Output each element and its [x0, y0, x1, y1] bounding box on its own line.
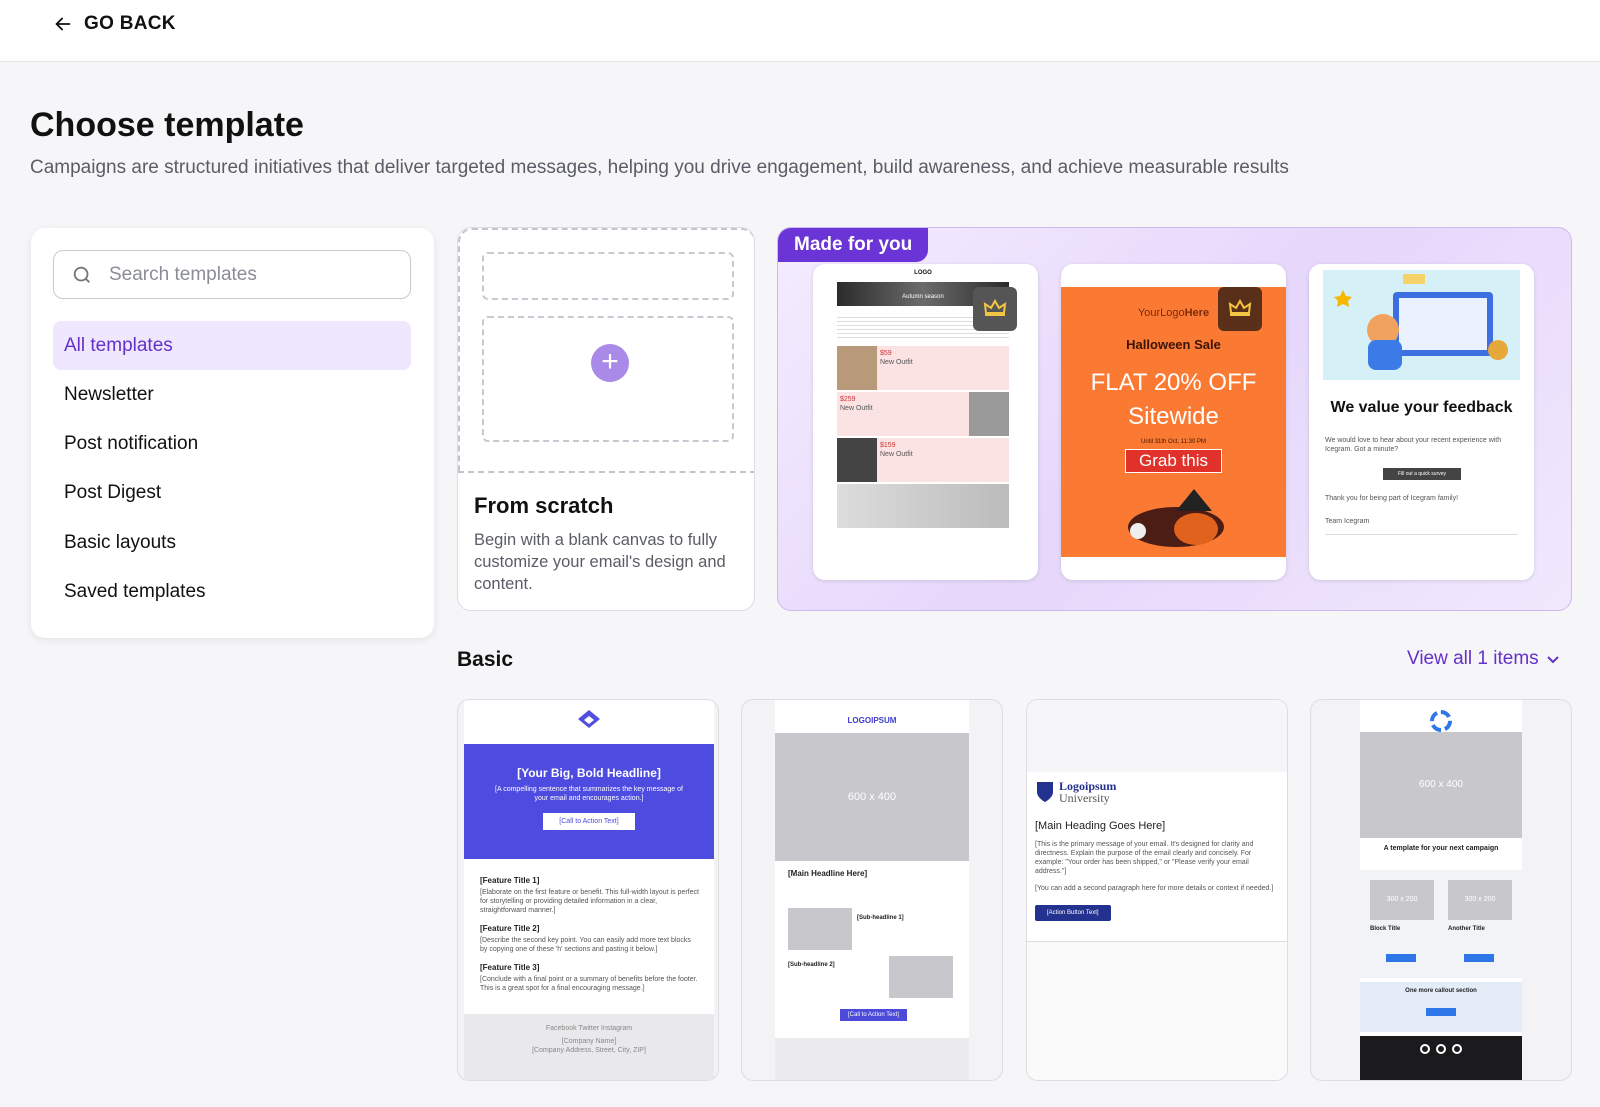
template-card-halloween[interactable]: YourLogoHere Halloween Sale FLAT 20% OFF… [1061, 264, 1286, 580]
pumpkin-illustration [1128, 489, 1224, 547]
search-input[interactable] [109, 259, 399, 291]
page-subtitle: Campaigns are structured initiatives tha… [30, 157, 1289, 178]
feature-list: [Feature Title 1] [Elaborate on the firs… [480, 876, 699, 992]
header-band [1027, 700, 1287, 772]
preview-subheadline-1: [Sub-headline 1] [857, 915, 904, 921]
preview-heading: [Main Heading Goes Here] [1035, 820, 1166, 832]
page-title: Choose template [30, 106, 304, 144]
from-scratch-card[interactable]: + From scratch Begin with a blank canvas… [457, 227, 755, 611]
preview-logo: Logoipsum University [1059, 779, 1117, 805]
preview-body: We would love to hear about your recent … [1325, 437, 1502, 453]
sidebar-item-saved-templates[interactable]: Saved templates [53, 567, 411, 616]
scratch-title: From scratch [474, 493, 614, 518]
email-preview: LOGOIPSUM 600 x 400 [Main Headline Here]… [775, 700, 969, 1080]
view-all-label: View all 1 items [1407, 648, 1539, 669]
image-placeholder: 600 x 400 [1360, 732, 1522, 838]
sidebar-item-newsletter[interactable]: Newsletter [53, 370, 411, 419]
made-for-you-section: Made for you LOGO Autumn season $59 New O… [777, 227, 1572, 611]
preview-row: $59 New Outfit [837, 346, 1009, 390]
preview-heading: We value your feedback [1330, 399, 1513, 416]
search-icon [73, 266, 90, 283]
preview-offer: FLAT 20% OFF [1090, 369, 1257, 396]
callout-block: One more callout section [1360, 982, 1522, 1032]
template-card-basic-2[interactable]: LOGOIPSUM 600 x 400 [Main Headline Here]… [741, 699, 1003, 1081]
arrow-left-icon [55, 17, 71, 31]
preview-headline: [Main Headline Here] [788, 869, 868, 878]
crown-icon [1228, 299, 1252, 316]
premium-badge [973, 287, 1017, 331]
email-footer [775, 1038, 969, 1080]
sidebar-item-basic-layouts[interactable]: Basic layouts [53, 518, 411, 567]
email-preview: 600 x 400 A template for your next campa… [1360, 700, 1522, 1080]
computer-illustration [1334, 274, 1508, 370]
preview-cta: [Action Button Text] [1035, 905, 1111, 921]
go-back-button[interactable]: GO BACK [52, 13, 176, 35]
email-footer [1360, 1036, 1522, 1080]
sidebar-item-all-templates[interactable]: All templates [53, 321, 411, 370]
preview-cta: [Call to Action Text] [840, 1009, 907, 1021]
placeholder-block [482, 252, 734, 300]
social-icons [1420, 1044, 1462, 1054]
email-footer [1027, 942, 1287, 1080]
image-placeholder: 600 x 400 [775, 733, 969, 861]
preview-image [837, 484, 1009, 528]
section-title-basic: Basic [457, 648, 514, 671]
view-all-link[interactable]: View all 1 items [1407, 648, 1561, 670]
preview-signature: Team Icegram [1325, 518, 1370, 525]
sidebar-item-post-digest[interactable]: Post Digest [53, 468, 411, 517]
scratch-description: Begin with a blank canvas to fully custo… [474, 531, 726, 593]
sidebar-item-post-notification[interactable]: Post notification [53, 419, 411, 468]
preview-cta: Fill out a quick survey [1383, 468, 1461, 480]
hero-block: [Your Big, Bold Headline] [A compelling … [464, 744, 714, 859]
preview-thanks: Thank you for being part of Icegram fami… [1325, 495, 1459, 502]
image-placeholder-small [889, 956, 953, 998]
template-card-basic-3[interactable]: Logoipsum University [Main Heading Goes H… [1026, 699, 1288, 1081]
preview-body-2: [You can add a second paragraph here for… [1035, 885, 1274, 892]
preview-row: $159 New Outfit [837, 438, 1009, 482]
top-bar: GO BACK [0, 0, 1600, 62]
go-back-label: GO BACK [84, 13, 176, 34]
preview-row: $259 New Outfit [837, 392, 1009, 436]
plus-icon[interactable]: + [591, 344, 629, 382]
feedback-illustration [1323, 270, 1520, 380]
email-footer: Facebook Twitter Instagram [Company Name… [464, 1014, 714, 1080]
logo-icon [1430, 710, 1452, 732]
two-column-block: 300 x 200 300 x 200 Block Title Another … [1360, 870, 1522, 978]
preview-cta: Grab this [1125, 449, 1222, 473]
divider [1325, 534, 1518, 535]
preview-heading: Halloween Sale [1126, 337, 1221, 352]
premium-badge [1218, 287, 1262, 331]
preview-logo: LOGOIPSUM [847, 716, 897, 725]
template-filter-panel: All templates Newsletter Post notificati… [31, 228, 434, 638]
preview-deadline: Until 31th Oct, 11:30 PM [1141, 439, 1206, 445]
email-preview: Logoipsum University [Main Heading Goes H… [1027, 700, 1287, 1080]
shield-icon [1037, 782, 1053, 802]
crown-icon [983, 299, 1007, 316]
search-box [53, 250, 411, 299]
made-for-you-tag: Made for you [778, 228, 929, 262]
logo-icon [578, 710, 600, 728]
preview-body: [This is the primary message of your ema… [1035, 841, 1254, 875]
image-placeholder-small [788, 908, 852, 950]
preview-subheadline-2: [Sub-headline 2] [788, 962, 835, 968]
template-card-basic-4[interactable]: 600 x 400 A template for your next campa… [1310, 699, 1572, 1081]
email-preview: [Your Big, Bold Headline] [A compelling … [464, 700, 714, 1080]
template-card-feedback[interactable]: We value your feedback We would love to … [1309, 264, 1534, 580]
template-card-basic-1[interactable]: [Your Big, Bold Headline] [A compelling … [457, 699, 719, 1081]
template-card-autumn[interactable]: LOGO Autumn season $59 New Outfit $259 New… [813, 264, 1038, 580]
blank-canvas-preview: + [458, 228, 754, 473]
preview-heading: A template for your next campaign [1383, 845, 1499, 852]
chevron-down-icon [1546, 656, 1559, 664]
preview-logo: LOGO [914, 270, 932, 276]
preview-offer-scope: Sitewide [1128, 403, 1219, 430]
